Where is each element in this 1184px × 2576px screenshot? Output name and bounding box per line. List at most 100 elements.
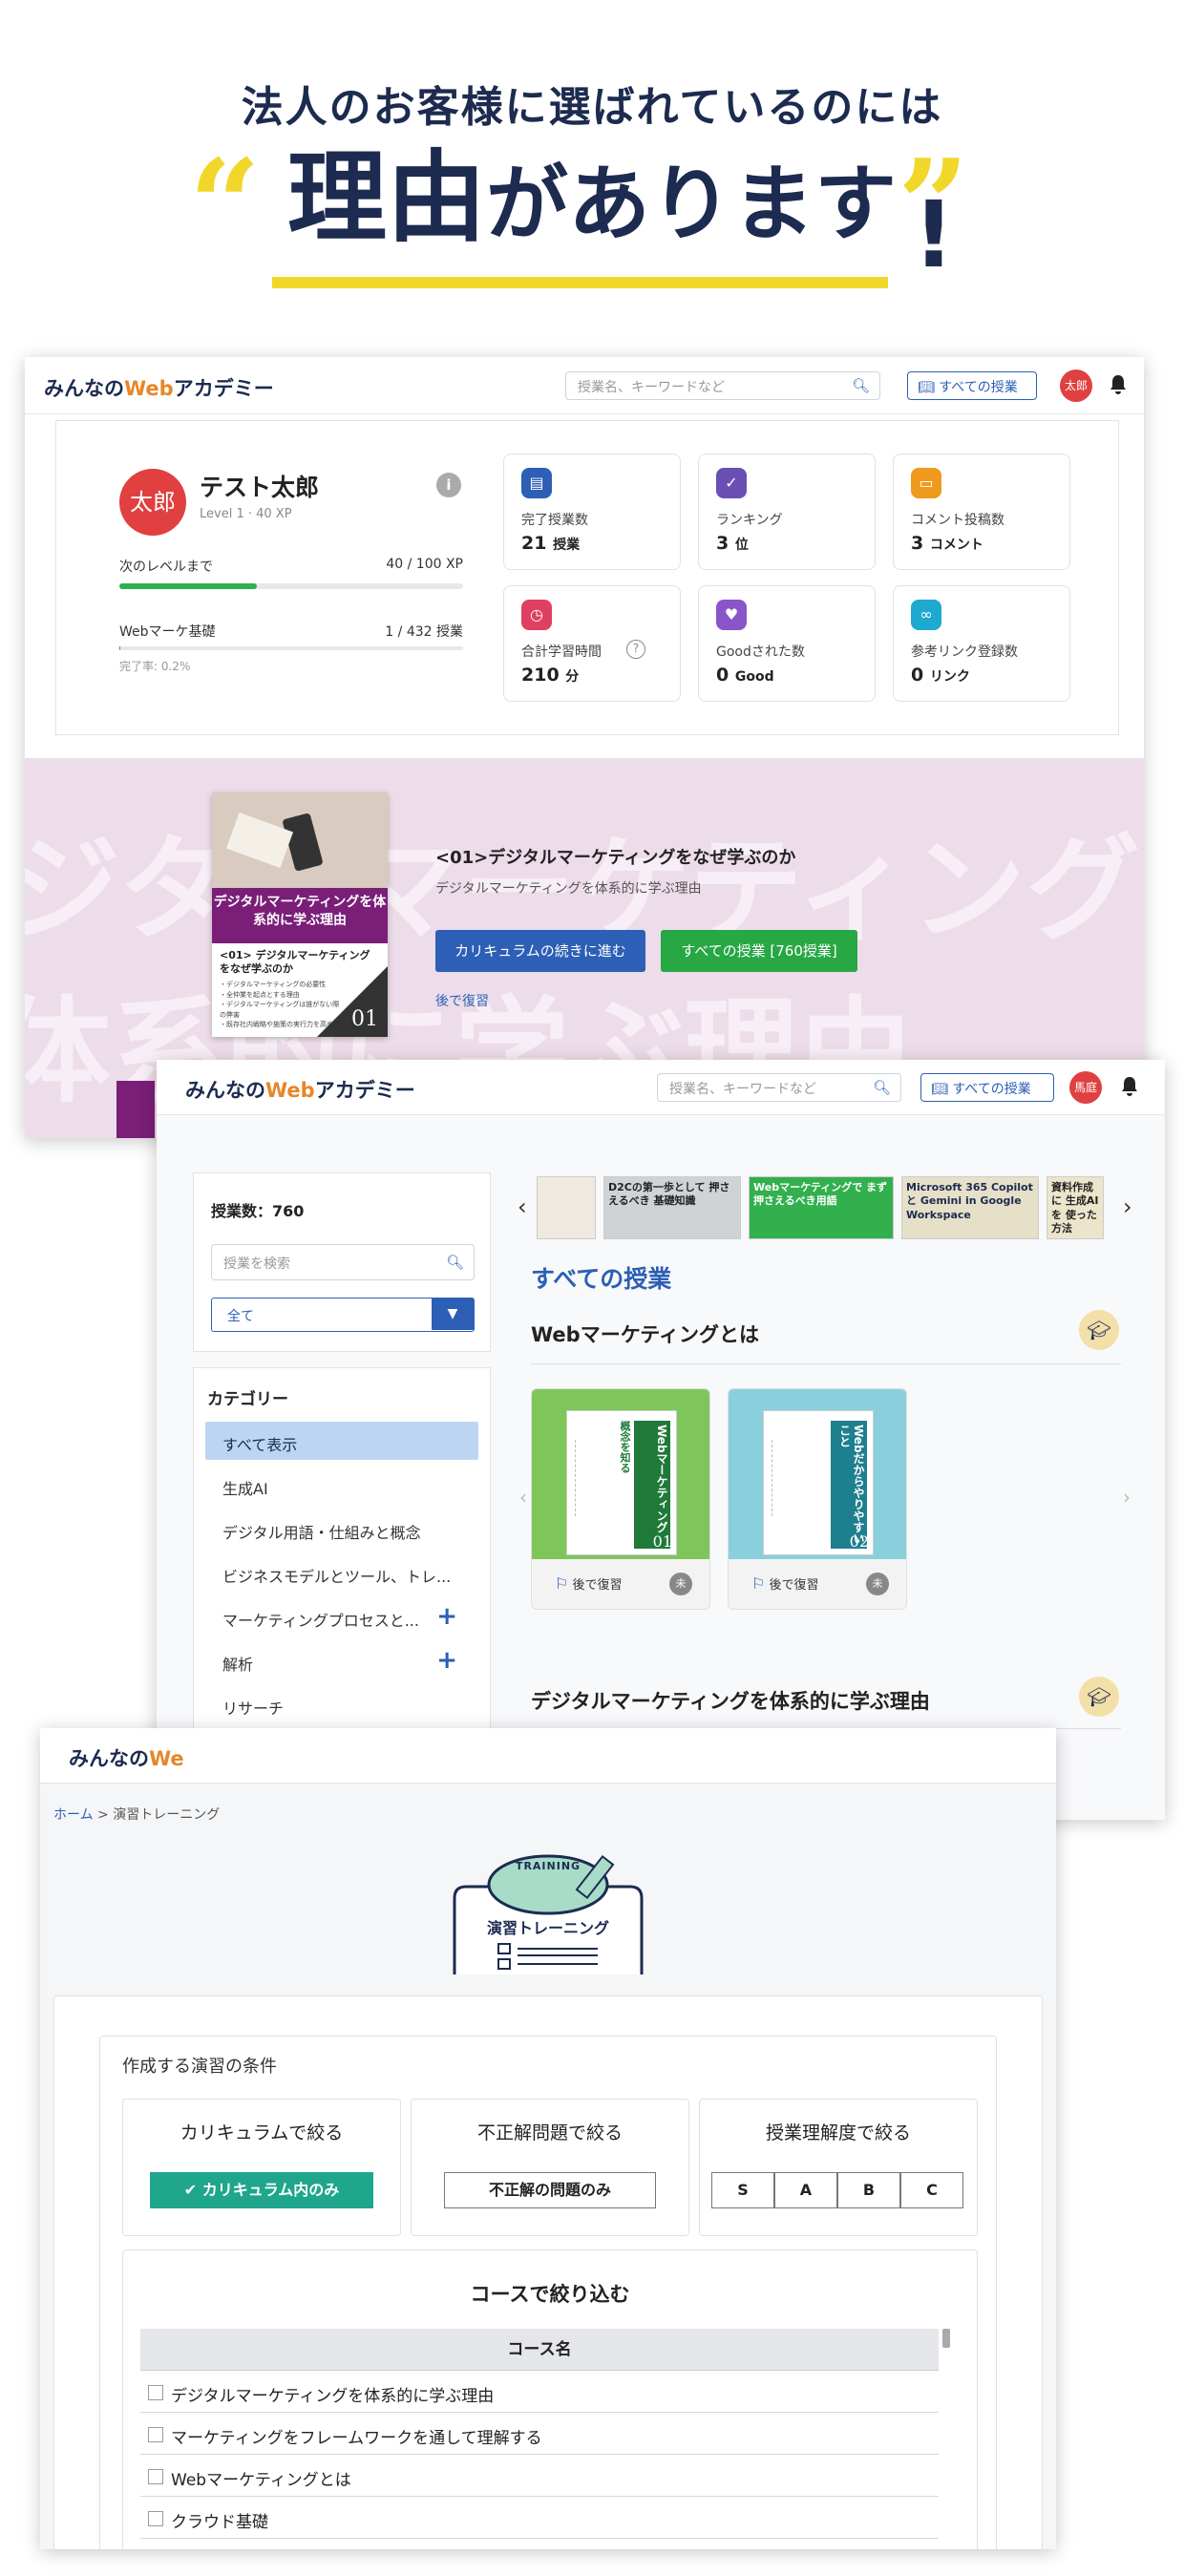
scrollbar[interactable] bbox=[942, 2329, 950, 2348]
course-progress-value: 1 / 432 授業 bbox=[385, 624, 463, 640]
category-item[interactable]: 解析 + bbox=[205, 1641, 478, 1679]
breadcrumb-current: 演習トレーニング bbox=[113, 1807, 221, 1823]
stat-card: ∞ 参考リンク登録数 0 リンク bbox=[893, 585, 1070, 702]
search-icon[interactable]: 🔍︎ bbox=[873, 1079, 891, 1096]
course-book-notes bbox=[575, 1440, 609, 1516]
profile-card: 太郎 テスト太郎 Level 1 · 40 XP i 次のレベルまで 40 / … bbox=[55, 420, 1119, 735]
course-row[interactable]: マーケティングをフレームワークを通して理解する bbox=[140, 2413, 939, 2455]
grade-button[interactable]: C bbox=[900, 2172, 963, 2208]
user-avatar[interactable]: 馬庭 bbox=[1069, 1071, 1102, 1104]
carousel-prev-icon[interactable]: ‹ bbox=[518, 1193, 527, 1220]
graduation-cap-icon[interactable]: 🎓︎ bbox=[1079, 1677, 1119, 1717]
hero-exclaim: ! bbox=[913, 181, 955, 288]
curriculum-only-button[interactable]: ✔ カリキュラム内のみ bbox=[150, 2172, 373, 2208]
breadcrumb-separator: > bbox=[97, 1807, 109, 1823]
carousel-thumbnail[interactable]: D2Cの第一歩として 押さえるべき 基礎知識 bbox=[603, 1176, 741, 1239]
course-card[interactable]: Webだからやりやすいこと 02 ⚐ 後で復習 未 bbox=[728, 1388, 907, 1610]
completion-rate: 完了率: 0.2% bbox=[119, 660, 191, 673]
bell-icon[interactable] bbox=[1108, 373, 1129, 396]
all-lessons-button[interactable]: 📖︎ すべての授業 bbox=[920, 1073, 1054, 1102]
understanding-filter: 授業理解度で絞る SABC bbox=[699, 2099, 978, 2236]
carousel-thumbnail[interactable] bbox=[537, 1176, 596, 1239]
conditions-heading: 作成する演習の条件 bbox=[122, 2057, 277, 2077]
course-row[interactable]: Webマーケティングとは bbox=[140, 2455, 939, 2497]
search-icon[interactable]: 🔍︎ bbox=[852, 377, 870, 394]
expand-plus-icon[interactable]: + bbox=[436, 1604, 457, 1629]
course-progress-bar bbox=[119, 646, 463, 650]
cover-title: デジタルマーケティングを体系的に学ぶ理由 bbox=[212, 888, 388, 943]
badge-title: 演習トレーニング bbox=[486, 1919, 609, 1937]
course-card[interactable]: Webマーケティング 概念を知る 01 ⚐ 後で復習 未 bbox=[531, 1388, 710, 1610]
bookmark-icon[interactable]: ⚐ bbox=[751, 1574, 765, 1593]
cards-next-icon[interactable]: › bbox=[1123, 1486, 1131, 1509]
site-logo[interactable]: みんなのWe bbox=[69, 1743, 184, 1772]
curriculum-filter: カリキュラムで絞る ✔ カリキュラム内のみ bbox=[122, 2099, 401, 2236]
search-input[interactable]: 授業名、キーワードなど 🔍︎ bbox=[565, 371, 880, 400]
category-item[interactable]: 生成AI bbox=[205, 1466, 478, 1504]
book-icon: ▤ bbox=[521, 468, 552, 498]
section-divider bbox=[531, 1363, 1121, 1364]
profile-avatar: 太郎 bbox=[119, 469, 186, 536]
section-title-digital-marketing: デジタルマーケティングを体系的に学ぶ理由 bbox=[531, 1690, 930, 1713]
incorrect-only-button[interactable]: 不正解の問題のみ bbox=[444, 2172, 656, 2208]
lesson-search-input[interactable]: 授業を検索 🔍︎ bbox=[211, 1244, 475, 1280]
library-header: みんなのWebアカデミー 授業名、キーワードなど 🔍︎ 📖︎ すべての授業 馬庭 bbox=[157, 1060, 1165, 1115]
save-for-later[interactable]: ⚐ 後で復習 bbox=[555, 1574, 623, 1593]
category-item[interactable]: ビジネスモデルとツール、トレ... bbox=[205, 1553, 478, 1592]
breadcrumb-home[interactable]: ホーム bbox=[53, 1807, 94, 1823]
course-row[interactable]: デジタルマーケティングを体系的に学ぶ理由 bbox=[140, 2371, 939, 2413]
carousel-next-icon[interactable]: › bbox=[1123, 1193, 1132, 1220]
expand-plus-icon[interactable]: + bbox=[436, 1648, 457, 1673]
lesson-description: デジタルマーケティングを体系的に学ぶ理由 bbox=[435, 881, 702, 897]
lesson-search-panel: 授業数：760 授業を検索 🔍︎ 全て ▼ bbox=[193, 1172, 491, 1352]
link-icon: ∞ bbox=[911, 600, 941, 630]
bookmark-icon[interactable]: ⚐ bbox=[555, 1574, 568, 1593]
incorrect-filter-title: 不正解問題で絞る bbox=[476, 2122, 623, 2143]
review-later-link[interactable]: 後で復習 bbox=[435, 991, 489, 1010]
info-icon[interactable]: i bbox=[436, 473, 461, 497]
course-row[interactable]: クラウド基礎 bbox=[140, 2497, 939, 2539]
profile-level: Level 1 · 40 XP bbox=[200, 507, 292, 521]
course-checkbox[interactable] bbox=[148, 2385, 163, 2400]
grade-button[interactable]: A bbox=[774, 2172, 837, 2208]
search-icon[interactable]: 🔍︎ bbox=[446, 1254, 464, 1271]
user-avatar[interactable]: 太郎 bbox=[1060, 370, 1092, 402]
course-checkbox[interactable] bbox=[148, 2427, 163, 2442]
course-checkbox[interactable] bbox=[148, 2469, 163, 2484]
course-progress-label: Webマーケ基礎 bbox=[119, 624, 216, 640]
continue-curriculum-button[interactable]: カリキュラムの続きに進む bbox=[435, 930, 645, 972]
category-item[interactable]: マーケティングプロセスと... + bbox=[205, 1597, 478, 1636]
course-book-tag: 概念を知る bbox=[619, 1421, 631, 1473]
course-name: デジタルマーケティングを体系的に学ぶ理由 bbox=[171, 2387, 495, 2406]
course-checkbox[interactable] bbox=[148, 2511, 163, 2526]
bell-icon[interactable] bbox=[1119, 1075, 1140, 1098]
graduation-cap-icon[interactable]: 🎓︎ bbox=[1079, 1310, 1119, 1350]
carousel-thumbnail[interactable]: Microsoft 365 Copilot と Gemini in Google… bbox=[901, 1176, 1039, 1239]
category-label: マーケティングプロセスと... bbox=[222, 1612, 419, 1630]
category-select[interactable]: 全て ▼ bbox=[211, 1298, 475, 1332]
search-input[interactable]: 授業名、キーワードなど 🔍︎ bbox=[657, 1073, 901, 1102]
cards-prev-icon[interactable]: ‹ bbox=[519, 1486, 527, 1509]
stat-value: 210 分 bbox=[521, 665, 580, 686]
help-icon[interactable]: ? bbox=[626, 640, 645, 659]
grade-button[interactable]: B bbox=[837, 2172, 900, 2208]
stat-value: 0 Good bbox=[716, 665, 774, 686]
hero-underline bbox=[272, 277, 888, 288]
site-logo[interactable]: みんなのWebアカデミー bbox=[44, 373, 274, 402]
category-item[interactable]: リサーチ bbox=[205, 1685, 478, 1723]
category-item[interactable]: すべて表示 bbox=[205, 1422, 478, 1460]
site-logo[interactable]: みんなのWebアカデミー bbox=[185, 1075, 415, 1104]
stat-card: ✓ ランキング 3 位 bbox=[698, 454, 876, 570]
carousel-thumbnail[interactable]: Webマーケティングで まず押さえるべき用語 bbox=[749, 1176, 894, 1239]
check-icon: ✔ bbox=[183, 2181, 198, 2199]
carousel-thumbnail[interactable]: 資料作成に 生成AIを 使った方法 bbox=[1047, 1176, 1104, 1239]
chevron-down-icon[interactable]: ▼ bbox=[432, 1299, 474, 1330]
training-window: みんなのWe ホーム > 演習トレーニング TRAINING 演習トレーニング … bbox=[40, 1728, 1056, 2549]
save-for-later[interactable]: ⚐ 後で復習 bbox=[751, 1574, 819, 1593]
course-filter-panel: コースで絞り込む コース名 デジタルマーケティングを体系的に学ぶ理由 マーケティン… bbox=[122, 2249, 978, 2549]
category-item[interactable]: デジタル用語・仕組みと概念 bbox=[205, 1510, 478, 1548]
all-lessons-button[interactable]: 📖︎ すべての授業 bbox=[907, 371, 1037, 400]
all-lessons-banner-button[interactable]: すべての授業 [760授業] bbox=[661, 930, 857, 972]
grade-button[interactable]: S bbox=[711, 2172, 774, 2208]
lesson-cover[interactable]: デジタルマーケティングを体系的に学ぶ理由 <01> デジタルマーケティングをなぜ… bbox=[212, 792, 388, 1037]
